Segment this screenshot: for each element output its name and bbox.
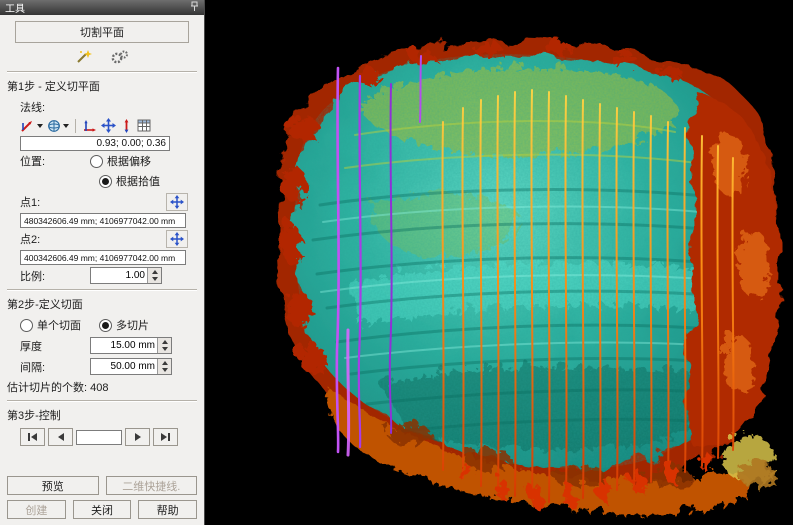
radio-single-section[interactable] <box>20 319 33 332</box>
point1-row: 点1: <box>20 193 188 211</box>
viewport-3d[interactable] <box>205 0 793 525</box>
globe-dropdown-icon[interactable] <box>47 119 69 133</box>
divider <box>7 289 197 291</box>
first-slice-button[interactable] <box>20 428 45 446</box>
divider <box>7 71 197 73</box>
panel-titlebar: 工具 <box>0 0 204 15</box>
pick-point2-button[interactable] <box>166 230 188 248</box>
scale-input[interactable] <box>91 268 147 283</box>
step3-label: 第3步-控制 <box>7 407 197 423</box>
point1-label: 点1: <box>20 194 40 210</box>
normal-label: 法线: <box>20 99 45 115</box>
preview-button[interactable]: 预览 <box>7 476 99 495</box>
chevron-down-icon <box>37 124 43 128</box>
radio-by-value[interactable] <box>99 175 112 188</box>
scale-row: 比例: <box>20 267 197 284</box>
slice-estimate-row: 估计切片的个数: 408 <box>7 379 197 395</box>
scale-label: 比例: <box>20 268 86 284</box>
slice-mode-row: 单个切面 多切片 <box>20 317 197 333</box>
gears-icon[interactable] <box>109 48 131 65</box>
pin-icon[interactable] <box>190 1 199 15</box>
spin-up-button[interactable] <box>158 359 171 367</box>
toolbar-separator <box>75 119 76 133</box>
panel-toolbar <box>7 47 197 68</box>
interval-label: 间隔: <box>20 359 86 375</box>
panel-body: 切割平面 第1步 - 定义切平面 <box>0 15 204 525</box>
point2-row: 点2: <box>20 230 188 248</box>
panel-title: 工具 <box>5 0 25 15</box>
radio-by-value-label: 根据拾值 <box>116 173 160 189</box>
close-button[interactable]: 关闭 <box>73 500 132 519</box>
point1-input[interactable] <box>20 213 186 228</box>
point2-label: 点2: <box>20 231 40 247</box>
step2-label: 第2步-定义切面 <box>7 296 197 312</box>
radio-by-offset[interactable] <box>90 155 103 168</box>
spin-up-button[interactable] <box>158 338 171 346</box>
preview-row: 预览 二维快捷线. <box>7 476 197 495</box>
thickness-input[interactable] <box>91 338 157 353</box>
slice-index-input[interactable] <box>76 430 122 445</box>
pointcloud-render <box>205 0 793 525</box>
thickness-spinner <box>90 337 172 354</box>
multi-axis-icon[interactable] <box>82 119 97 133</box>
cross-arrows-icon[interactable] <box>101 118 116 133</box>
help-button[interactable]: 帮助 <box>138 500 197 519</box>
grid-icon[interactable] <box>137 119 151 132</box>
app-window: 工具 切割平面 <box>0 0 793 525</box>
normal-toolbar <box>7 117 197 136</box>
position-label: 位置: <box>20 153 86 169</box>
slice-navigator <box>20 428 197 446</box>
radio-by-offset-label: 根据偏移 <box>107 153 151 169</box>
position-row-2: 根据拾值 <box>99 173 197 189</box>
divider <box>7 400 197 402</box>
spin-down-button[interactable] <box>148 276 161 284</box>
interval-row: 间隔: <box>20 358 197 375</box>
cut-plane-header-button[interactable]: 切割平面 <box>15 21 189 43</box>
axis-dropdown-icon[interactable] <box>20 119 43 133</box>
vertical-axis-icon[interactable] <box>120 119 133 133</box>
dialog-buttons: 创建 关闭 帮助 <box>7 500 197 519</box>
slice-estimate: 估计切片的个数: 408 <box>7 379 108 395</box>
tool-panel: 工具 切割平面 <box>0 0 205 525</box>
spin-down-button[interactable] <box>158 346 171 354</box>
thickness-row: 厚度 <box>20 337 197 354</box>
step1-label: 第1步 - 定义切平面 <box>7 78 197 94</box>
create-button[interactable]: 创建 <box>7 500 66 519</box>
normal-value-input[interactable] <box>20 136 170 151</box>
wand-icon[interactable] <box>73 48 95 65</box>
normal-label-row: 法线: <box>20 99 197 115</box>
spin-down-button[interactable] <box>158 367 171 375</box>
pick-point1-button[interactable] <box>166 193 188 211</box>
scale-spinner <box>90 267 162 284</box>
radio-multi-slice[interactable] <box>99 319 112 332</box>
interval-spinner <box>90 358 172 375</box>
thickness-label: 厚度 <box>20 338 86 354</box>
interval-input[interactable] <box>91 359 157 374</box>
spin-up-button[interactable] <box>148 268 161 276</box>
chevron-down-icon <box>63 124 69 128</box>
radio-multi-slice-label: 多切片 <box>116 317 149 333</box>
radio-single-section-label: 单个切面 <box>37 317 81 333</box>
prev-slice-button[interactable] <box>48 428 73 446</box>
position-row: 位置: 根据偏移 <box>20 153 197 169</box>
polyline-2d-button[interactable]: 二维快捷线. <box>106 476 198 495</box>
last-slice-button[interactable] <box>153 428 178 446</box>
point2-input[interactable] <box>20 250 186 265</box>
next-slice-button[interactable] <box>125 428 150 446</box>
